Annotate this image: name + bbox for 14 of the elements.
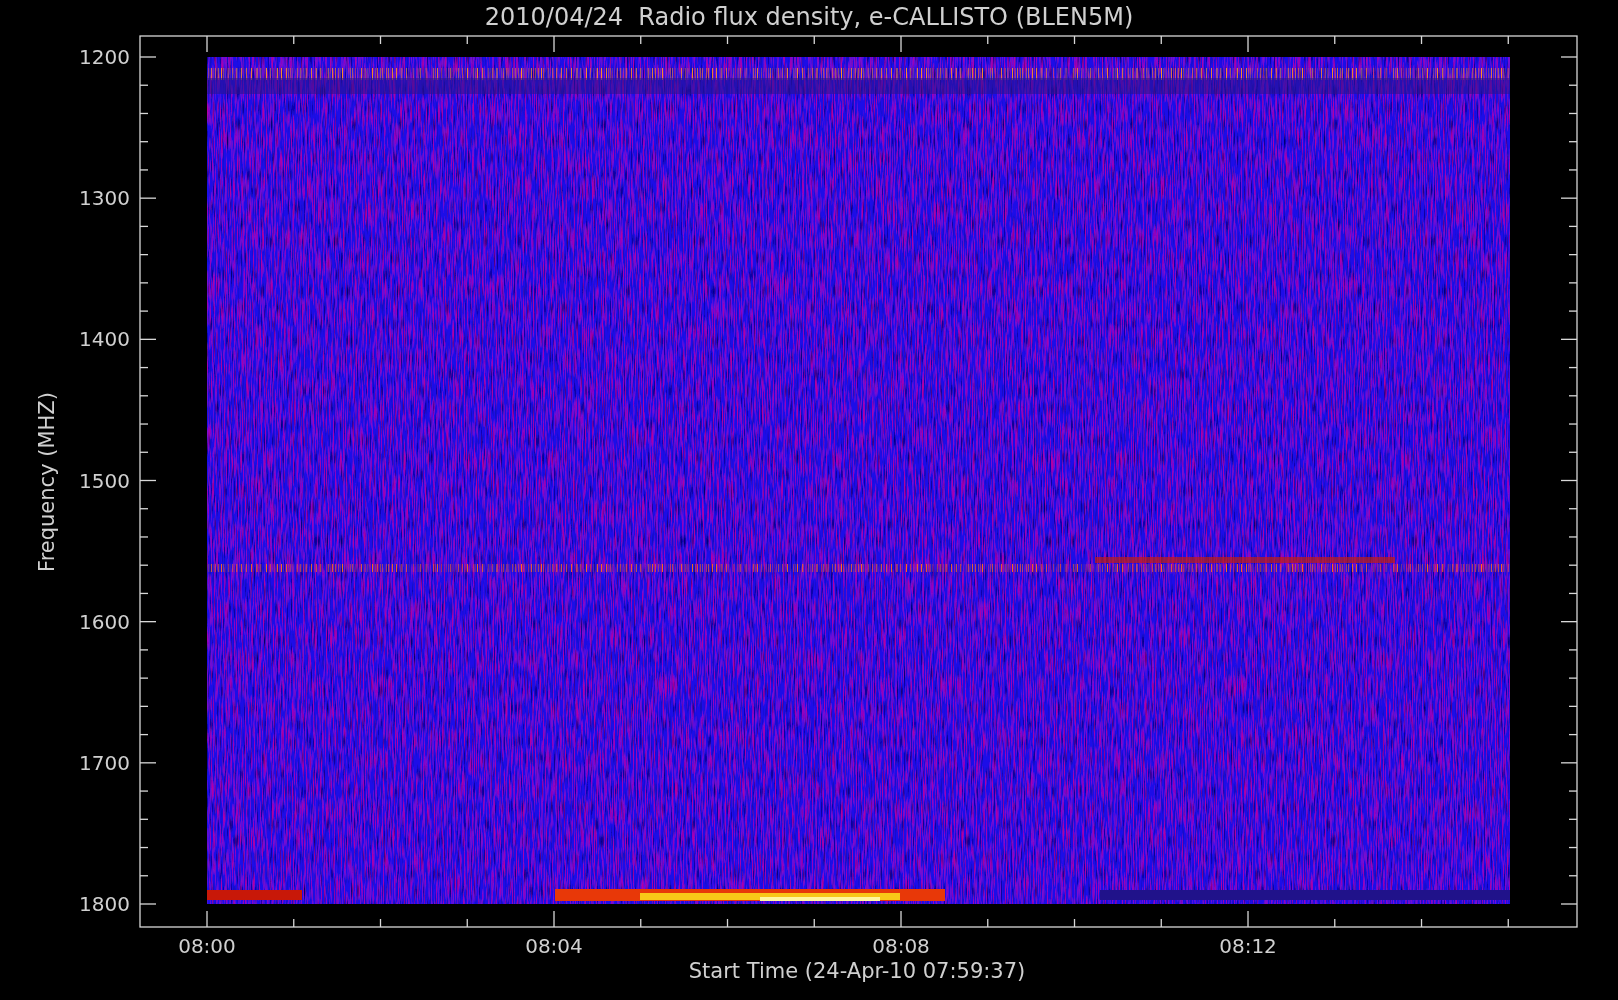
y-tick-label: 1200 xyxy=(79,45,130,69)
y-tick-label: 1800 xyxy=(79,892,130,916)
chart-title: 2010/04/24 Radio flux density, e-CALLISTO (BLEN5M) xyxy=(484,3,1134,31)
x-tick-label: 08:08 xyxy=(872,934,930,958)
y-tick-label: 1700 xyxy=(79,750,130,775)
x-tick-label: 08:04 xyxy=(525,934,583,958)
y-axis-title: Frequency (MHZ) xyxy=(35,392,59,572)
y-tick-label: 1300 xyxy=(79,186,130,211)
x-axis-title: Start Time (24-Apr-10 07:59:37) xyxy=(688,959,1026,983)
x-tick-label: 08:00 xyxy=(178,934,236,958)
y-tick-label: 1600 xyxy=(79,609,130,634)
y-tick-label: 1400 xyxy=(79,327,130,352)
x-tick-label: 08:12 xyxy=(1219,934,1277,958)
y-tick-label: 1500 xyxy=(79,468,130,493)
